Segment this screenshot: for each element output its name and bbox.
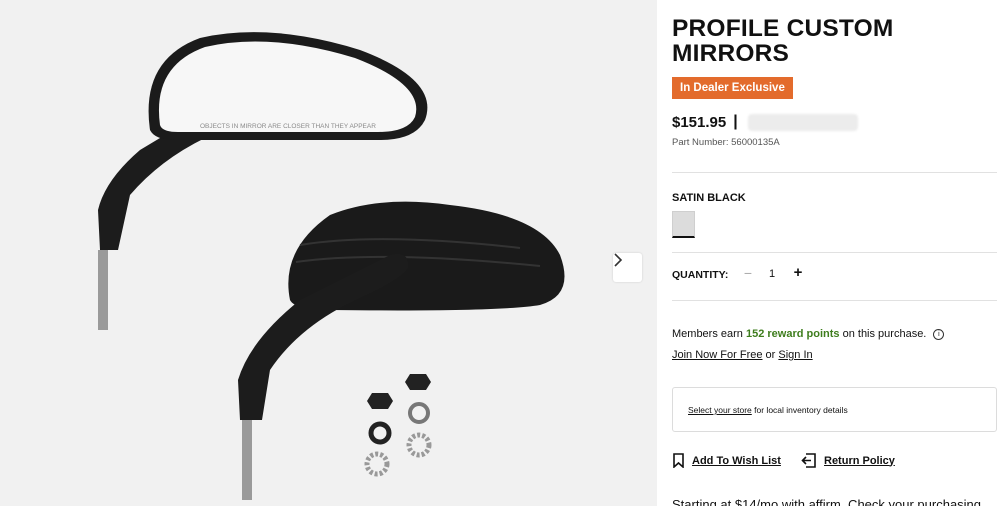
- product-image-gallery: OBJECTS IN MIRROR ARE CLOSER THAN THEY A…: [0, 0, 657, 506]
- color-label: SATIN BLACK: [672, 192, 746, 204]
- join-sign-in: Join Now For Free or Sign In: [672, 349, 813, 361]
- divider: [672, 300, 997, 301]
- reward-prefix: Members earn: [672, 328, 743, 340]
- select-store-link[interactable]: Select your store: [688, 405, 752, 415]
- quantity-label: QUANTITY:: [672, 269, 729, 281]
- product-price: $151.95: [672, 113, 727, 131]
- quantity-increase-button[interactable]: +: [791, 264, 805, 282]
- product-details-panel: PROFILE CUSTOM MIRRORS In Dealer Exclusi…: [657, 0, 1000, 506]
- store-text: Select your store for local inventory de…: [688, 405, 848, 415]
- reward-points: 152 reward points: [745, 328, 840, 340]
- info-icon[interactable]: i: [933, 328, 945, 340]
- price-separator: |: [733, 113, 738, 130]
- mirror-warning-text: OBJECTS IN MIRROR ARE CLOSER THAN THEY A…: [200, 123, 376, 130]
- price-placeholder: [747, 113, 858, 131]
- color-swatch-satin-black[interactable]: [672, 211, 695, 238]
- washer-gray-1: [408, 402, 430, 424]
- quantity-decrease-button[interactable]: −: [741, 265, 755, 283]
- mirror-stem-upper: [98, 250, 108, 330]
- lock-washer-1: [406, 432, 432, 458]
- hex-nut-1: [367, 393, 393, 409]
- mirror-stem-lower: [242, 420, 252, 500]
- hex-nut-2: [405, 374, 431, 390]
- product-image: OBJECTS IN MIRROR ARE CLOSER THAN THEY A…: [98, 32, 565, 500]
- sign-in-link[interactable]: Sign In: [778, 349, 812, 361]
- quantity-value: 1: [769, 268, 776, 280]
- reward-points-text: Members earn 152 reward points on this p…: [672, 328, 945, 340]
- affirm-text: Starting at $14/mo with affirm. Check yo…: [672, 497, 982, 506]
- washer-black-1: [368, 421, 392, 445]
- join-or-text: or: [765, 349, 776, 361]
- part-number-value: 56000135A: [731, 137, 780, 148]
- return-policy-label: Return Policy: [824, 454, 895, 467]
- wishlist-label: Add To Wish List: [692, 454, 781, 467]
- bookmark-icon: [673, 453, 684, 468]
- gallery-next-button[interactable]: [613, 253, 642, 282]
- reward-suffix: on this purchase.: [842, 328, 927, 340]
- lock-washer-2: [364, 451, 390, 477]
- part-number: Part Number: 56000135A: [672, 137, 780, 148]
- product-title: PROFILE CUSTOM MIRRORS: [672, 15, 894, 67]
- dealer-exclusive-badge: In Dealer Exclusive: [672, 77, 793, 99]
- divider: [672, 172, 997, 173]
- return-policy-button[interactable]: Return Policy: [801, 453, 895, 468]
- join-now-link[interactable]: Join Now For Free: [672, 349, 762, 361]
- add-to-wishlist-button[interactable]: Add To Wish List: [672, 453, 781, 468]
- divider: [672, 252, 997, 253]
- store-info-text: for local inventory details: [754, 405, 848, 415]
- part-number-label: Part Number:: [672, 137, 729, 148]
- mirror-glass-upper: [158, 41, 417, 133]
- chevron-right-icon: [614, 253, 623, 267]
- store-inventory-box: Select your store for local inventory de…: [672, 387, 997, 432]
- price-row: $151.95 |: [672, 112, 858, 132]
- return-icon: [801, 453, 816, 468]
